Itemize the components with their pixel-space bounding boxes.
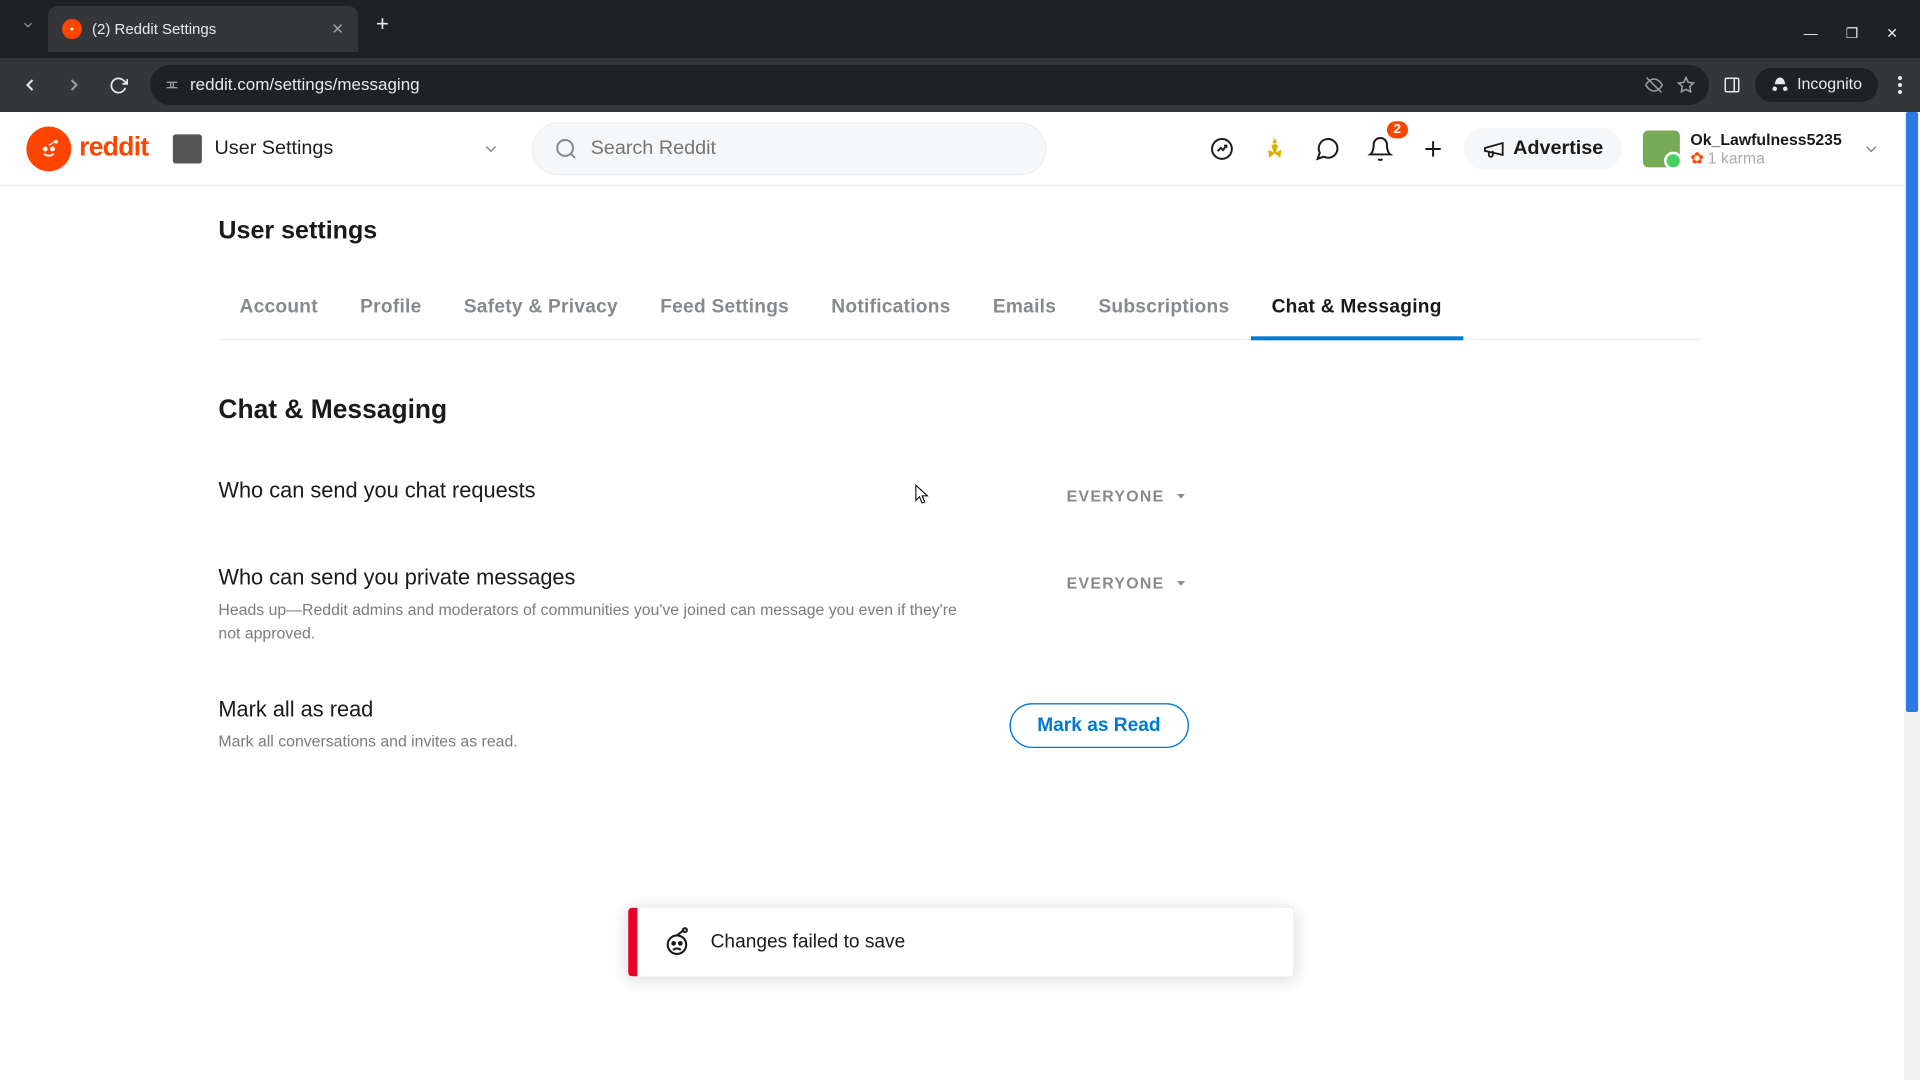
vertical-scrollbar[interactable] (1904, 112, 1920, 1080)
mark-as-read-button[interactable]: Mark as Read (1009, 703, 1188, 748)
scrollbar-thumb[interactable] (1906, 112, 1918, 712)
tab-feed-settings[interactable]: Feed Settings (639, 278, 810, 339)
tab-notifications[interactable]: Notifications (810, 278, 972, 339)
chat-requests-dropdown[interactable]: EVERYONE (1067, 479, 1189, 513)
browser-tab-strip: (2) Reddit Settings ✕ + — ❐ ✕ (0, 0, 1920, 58)
new-tab-button[interactable]: + (358, 11, 407, 37)
advertise-label: Advertise (1513, 137, 1603, 159)
tracking-protection-icon[interactable] (1645, 76, 1663, 94)
setting-chat-requests: Who can send you chat requests EVERYONE (218, 463, 1188, 550)
error-toast: Changes failed to save (626, 906, 1294, 977)
settings-tabs: Account Profile Safety & Privacy Feed Se… (218, 278, 1701, 340)
maximize-icon[interactable]: ❐ (1846, 25, 1859, 42)
tab-profile[interactable]: Profile (339, 278, 443, 339)
forward-button[interactable] (56, 67, 92, 103)
incognito-indicator[interactable]: Incognito (1755, 68, 1878, 102)
page-title: User settings (218, 218, 1701, 247)
tab-title: (2) Reddit Settings (92, 21, 216, 38)
username-label: Ok_Lawfulness5235 (1690, 130, 1841, 148)
reload-button[interactable] (100, 67, 136, 103)
setting-description: Mark all conversations and invites as re… (218, 730, 957, 754)
notifications-icon[interactable] (1357, 126, 1402, 171)
reddit-logo[interactable]: reddit (26, 126, 148, 171)
search-bar[interactable] (531, 122, 1046, 175)
chevron-down-icon (1862, 139, 1880, 157)
tab-subscriptions[interactable]: Subscriptions (1077, 278, 1250, 339)
setting-label: Mark all as read (218, 698, 983, 723)
private-messages-dropdown[interactable]: EVERYONE (1067, 566, 1189, 600)
browser-tab[interactable]: (2) Reddit Settings ✕ (48, 6, 358, 52)
chevron-down-icon (481, 139, 499, 157)
popular-icon[interactable] (1199, 126, 1244, 171)
create-post-icon[interactable] (1410, 126, 1455, 171)
user-menu[interactable]: Ok_Lawfulness5235 ✿1 karma (1630, 125, 1894, 173)
toast-status-bar (627, 908, 636, 977)
incognito-label: Incognito (1797, 76, 1862, 94)
nav-avatar-icon (172, 134, 201, 163)
snoo-sad-icon (660, 926, 692, 958)
nav-label: User Settings (215, 137, 334, 159)
site-info-icon[interactable] (164, 77, 180, 93)
close-tab-icon[interactable]: ✕ (331, 20, 344, 38)
url-text: reddit.com/settings/messaging (190, 75, 420, 95)
reddit-header: reddit User Settings (0, 112, 1920, 186)
tab-safety-privacy[interactable]: Safety & Privacy (443, 278, 639, 339)
search-input[interactable] (591, 137, 1024, 159)
reddit-wordmark: reddit (79, 133, 148, 163)
tab-emails[interactable]: Emails (972, 278, 1078, 339)
caret-down-icon (1172, 575, 1188, 591)
minimize-icon[interactable]: — (1804, 25, 1818, 42)
setting-label: Who can send you private messages (218, 566, 1040, 591)
section-title: Chat & Messaging (218, 396, 1701, 426)
user-avatar-icon (1643, 130, 1680, 167)
search-icon (554, 136, 578, 160)
browser-menu-icon[interactable] (1892, 76, 1908, 94)
setting-label: Who can send you chat requests (218, 479, 1040, 504)
setting-description: Heads up—Reddit admins and moderators of… (218, 598, 957, 646)
close-window-icon[interactable]: ✕ (1886, 25, 1898, 42)
bookmark-icon[interactable] (1677, 76, 1695, 94)
setting-private-messages: Who can send you private messages Heads … (218, 550, 1188, 682)
back-button[interactable] (12, 67, 48, 103)
chat-icon[interactable] (1305, 126, 1350, 171)
dropdown-value: EVERYONE (1067, 487, 1165, 505)
advertise-button[interactable]: Advertise (1463, 127, 1622, 169)
reddit-snoo-icon (26, 126, 71, 171)
caret-down-icon (1172, 488, 1188, 504)
tab-search-button[interactable] (8, 5, 48, 45)
setting-mark-all-read: Mark all as read Mark all conversations … (218, 682, 1188, 790)
coins-icon[interactable] (1252, 126, 1297, 171)
karma-label: ✿1 karma (1690, 148, 1841, 166)
side-panel-icon[interactable] (1723, 76, 1741, 94)
browser-toolbar: reddit.com/settings/messaging Incognito (0, 58, 1920, 112)
dropdown-value: EVERYONE (1067, 574, 1165, 592)
tab-chat-messaging[interactable]: Chat & Messaging (1250, 278, 1462, 340)
megaphone-icon (1481, 136, 1505, 160)
address-bar[interactable]: reddit.com/settings/messaging (150, 65, 1709, 105)
community-dropdown[interactable]: User Settings (162, 128, 518, 168)
incognito-icon (1771, 76, 1789, 94)
toast-message: Changes failed to save (711, 931, 906, 952)
tab-account[interactable]: Account (218, 278, 339, 339)
reddit-favicon-icon (62, 19, 82, 39)
